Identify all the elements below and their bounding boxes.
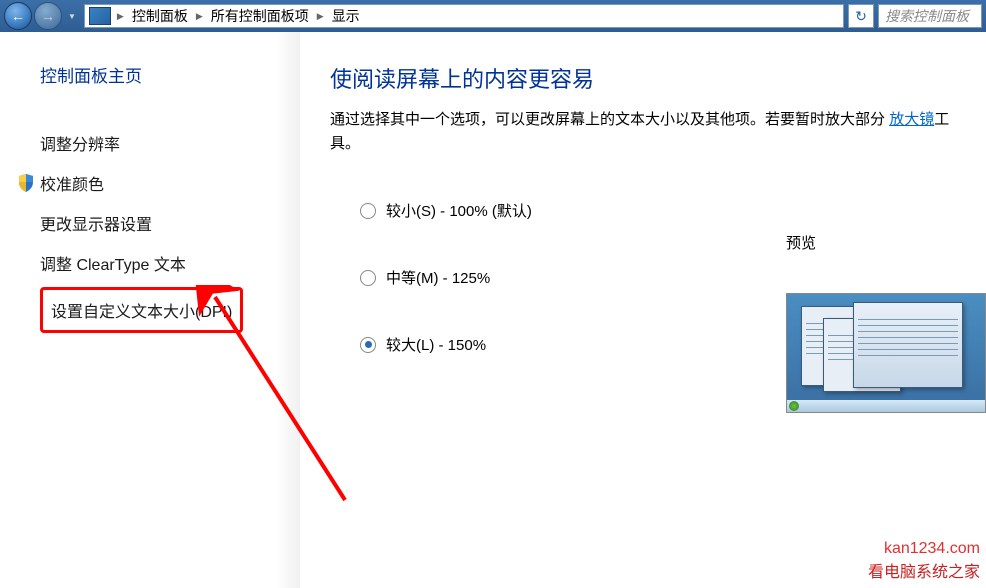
refresh-icon: ↻ <box>855 8 867 25</box>
sidebar-link-display-settings[interactable]: 更改显示器设置 <box>40 203 280 243</box>
nav-forward-button[interactable]: → <box>34 2 62 30</box>
radio-label: 较大(L) - 150% <box>386 334 486 355</box>
sidebar-link-dpi[interactable]: 设置自定义文本大小(DPI) <box>51 294 232 326</box>
page-title: 使阅读屏幕上的内容更容易 <box>330 62 986 94</box>
radio-icon <box>360 270 376 286</box>
radio-option-small[interactable]: 较小(S) - 100% (默认) <box>360 200 986 221</box>
address-bar[interactable]: ▶ 控制面板 ▶ 所有控制面板项 ▶ 显示 <box>84 4 844 28</box>
watermark-text: 看电脑系统之家 <box>868 558 980 582</box>
watermark-url: kan1234.com <box>868 540 980 558</box>
radio-label: 较小(S) - 100% (默认) <box>386 200 532 221</box>
nav-back-button[interactable]: ← <box>4 2 32 30</box>
preview-image <box>786 293 986 413</box>
main-panel: 使阅读屏幕上的内容更容易 通过选择其中一个选项，可以更改屏幕上的文本大小以及其他… <box>300 32 986 588</box>
preview-label: 预览 <box>786 232 986 253</box>
desc-text: 通过选择其中一个选项，可以更改屏幕上的文本大小以及其他项。若要暂时放大部分 <box>330 111 885 128</box>
arrow-right-icon: → <box>41 8 55 24</box>
search-input[interactable]: 搜索控制面板 <box>878 4 982 28</box>
history-dropdown-icon[interactable]: ▼ <box>68 12 76 21</box>
annotation-highlight-box: 设置自定义文本大小(DPI) <box>40 287 243 333</box>
breadcrumb-item[interactable]: 显示 <box>326 5 366 27</box>
address-bar-container: ← → ▼ ▶ 控制面板 ▶ 所有控制面板项 ▶ 显示 ↻ 搜索控制面板 <box>0 0 986 32</box>
sidebar-link-cleartype[interactable]: 调整 ClearType 文本 <box>40 243 280 283</box>
sidebar: 控制面板主页 调整分辨率 校准颜色 更改显示器设置 调整 ClearType 文… <box>0 32 300 588</box>
radio-label: 中等(M) - 125% <box>386 267 490 288</box>
watermark: kan1234.com 看电脑系统之家 <box>868 540 980 582</box>
breadcrumb-item[interactable]: 控制面板 <box>126 5 194 27</box>
arrow-left-icon: ← <box>11 8 25 24</box>
page-description: 通过选择其中一个选项，可以更改屏幕上的文本大小以及其他项。若要暂时放大部分 放大… <box>330 108 970 156</box>
control-panel-icon <box>89 7 111 25</box>
radio-icon <box>360 203 376 219</box>
breadcrumb-sep-icon[interactable]: ▶ <box>115 11 126 22</box>
content-area: 控制面板主页 调整分辨率 校准颜色 更改显示器设置 调整 ClearType 文… <box>0 32 986 588</box>
refresh-button[interactable]: ↻ <box>848 4 874 28</box>
sidebar-link-calibrate[interactable]: 校准颜色 <box>40 163 280 203</box>
sidebar-link-resolution[interactable]: 调整分辨率 <box>40 123 280 163</box>
breadcrumb-item[interactable]: 所有控制面板项 <box>205 5 315 27</box>
magnifier-link[interactable]: 放大镜 <box>889 111 934 128</box>
radio-icon <box>360 337 376 353</box>
shield-icon <box>18 174 34 192</box>
sidebar-title[interactable]: 控制面板主页 <box>40 62 280 87</box>
sidebar-link-label: 校准颜色 <box>40 171 104 195</box>
preview-section: 预览 <box>786 232 986 413</box>
breadcrumb-sep-icon[interactable]: ▶ <box>194 11 205 22</box>
breadcrumb-sep-icon[interactable]: ▶ <box>315 11 326 22</box>
